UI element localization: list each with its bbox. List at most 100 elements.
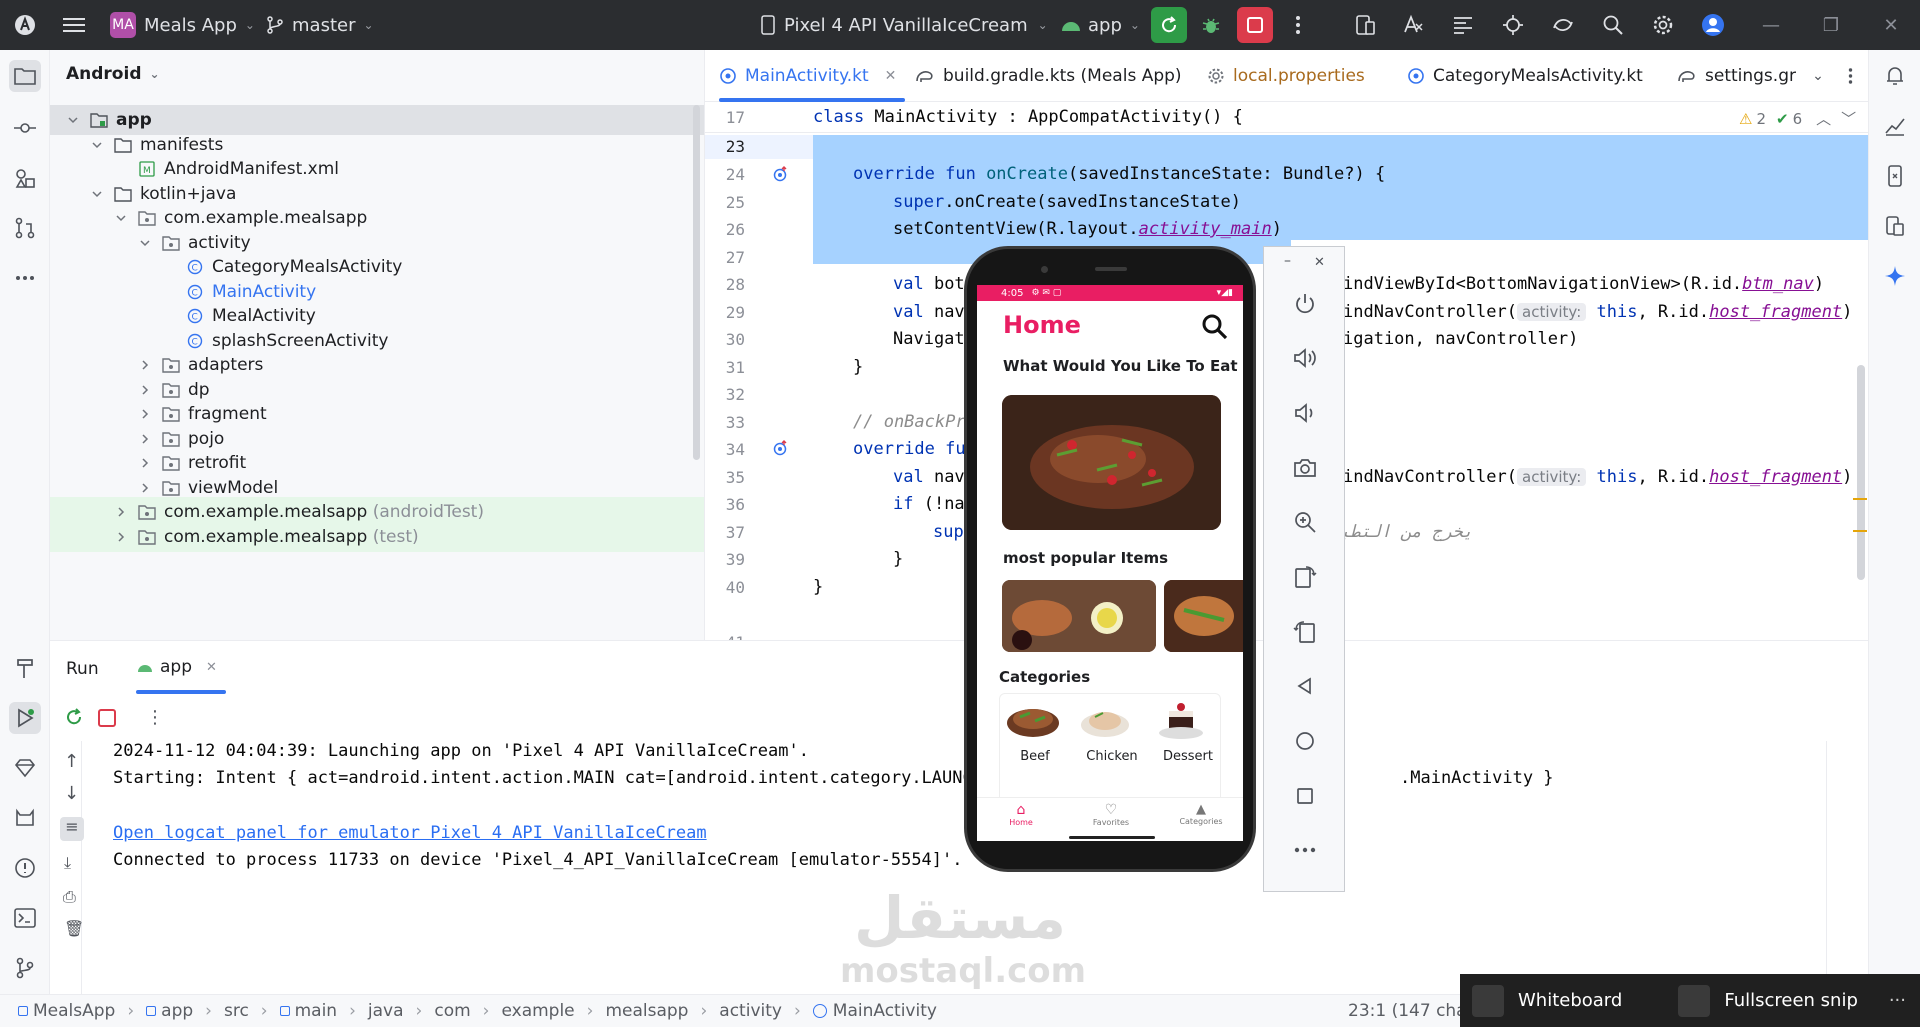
terminal-tool-button[interactable] (9, 902, 41, 934)
branch-selector[interactable]: master ⌄ (266, 0, 374, 50)
featured-meal-image[interactable] (1002, 395, 1221, 530)
extended-controls-button[interactable] (1286, 831, 1324, 869)
volume-down-button[interactable] (1286, 394, 1324, 432)
main-menu-icon[interactable] (60, 0, 88, 50)
debug-button[interactable] (1196, 0, 1226, 50)
stop-button[interactable] (1237, 7, 1273, 43)
breadcrumb-item[interactable]: MealsApp (18, 1001, 115, 1021)
warning-marker[interactable] (1853, 530, 1867, 532)
console-scrollbar[interactable] (1826, 741, 1827, 995)
app-quality-button[interactable] (1879, 110, 1911, 142)
chevron-down-icon[interactable] (138, 236, 152, 250)
minimize-button[interactable]: — (1756, 0, 1786, 50)
chevron-right-icon[interactable] (138, 456, 152, 470)
tree-scrollbar[interactable] (693, 105, 700, 460)
override-gutter-icon[interactable] (771, 439, 789, 457)
chevron-right-icon[interactable] (138, 358, 152, 372)
breadcrumb-item[interactable]: src (224, 1001, 249, 1021)
gesture-bar[interactable] (1069, 836, 1155, 839)
category-beef[interactable]: Beef (1005, 699, 1065, 764)
chevron-down-icon[interactable]: ﹀ (1841, 108, 1856, 129)
arrow-down-icon[interactable]: ↓ (64, 783, 79, 804)
chevron-up-icon[interactable]: ︿ (1816, 108, 1831, 129)
notifications-button[interactable] (1879, 60, 1911, 92)
rerun-button[interactable] (1151, 7, 1187, 43)
whiteboard-button[interactable]: Whiteboard (1472, 984, 1622, 1017)
running-devices-button[interactable] (1879, 210, 1911, 242)
tab-settings-gradle[interactable]: settings.gr (1677, 50, 1796, 102)
editor-scrollbar[interactable] (1857, 365, 1865, 580)
breadcrumb-item[interactable]: com (434, 1001, 470, 1021)
chevron-right-icon[interactable] (138, 481, 152, 495)
category-chicken[interactable]: Chicken (1077, 699, 1147, 764)
chevron-down-icon[interactable] (90, 187, 104, 201)
breadcrumb-item[interactable]: MainActivity (812, 1001, 937, 1021)
tab-close-icon[interactable]: ✕ (885, 68, 897, 84)
run-tool-button[interactable] (9, 702, 41, 734)
breadcrumb-item[interactable]: main (279, 1001, 337, 1021)
inspection-widget[interactable]: ⚠ 2 ✔ 6 ︿ ﹀ (1739, 108, 1856, 129)
gemini-assistant-button[interactable] (1879, 260, 1911, 292)
close-window-button[interactable]: ✕ (1876, 0, 1906, 50)
commit-tool-button[interactable] (9, 112, 41, 144)
device-screen[interactable]: 4:05 ⚙ ✉ ▢ ▾◢▮ Home What Would You Like … (977, 285, 1243, 841)
power-button[interactable] (1286, 285, 1324, 323)
project-selector[interactable]: MA Meals App ⌄ (110, 0, 255, 50)
chevron-right-icon[interactable] (138, 407, 152, 421)
fullscreen-snip-button[interactable]: Fullscreen snip (1678, 984, 1858, 1017)
screenshot-button[interactable] (1286, 449, 1324, 487)
breadcrumb-item[interactable]: activity (719, 1001, 782, 1021)
chevron-down-icon[interactable] (114, 211, 128, 225)
soft-wrap-icon[interactable]: ≡ (60, 817, 84, 841)
volume-up-button[interactable] (1286, 339, 1324, 377)
resource-manager-button[interactable] (9, 162, 41, 194)
tab-build-gradle[interactable]: build.gradle.kts (Meals App) (915, 50, 1182, 102)
back-button[interactable] (1286, 667, 1324, 705)
rerun-icon-button[interactable] (64, 707, 88, 731)
zoom-button[interactable] (1286, 503, 1324, 541)
device-selector[interactable]: Pixel 4 API VanillaIceCream ⌄ (760, 0, 1048, 50)
logcat-link[interactable]: Open logcat panel for emulator Pixel 4 A… (113, 823, 707, 843)
home-button[interactable] (1286, 722, 1324, 760)
more-actions-button[interactable] (1286, 0, 1310, 50)
nav-home[interactable]: ⌂ Home (991, 802, 1051, 827)
override-gutter-icon[interactable] (771, 165, 789, 183)
search-icon[interactable] (1201, 313, 1229, 341)
snip-more-button[interactable]: ··· (1889, 990, 1906, 1011)
search-button[interactable] (1598, 0, 1628, 50)
rotate-right-button[interactable] (1286, 613, 1324, 651)
translate-button[interactable] (1398, 0, 1428, 50)
arrow-up-icon[interactable]: ↑ (64, 751, 79, 772)
tab-category-meals[interactable]: CategoryMealsActivity.kt (1407, 50, 1643, 102)
chevron-down-icon[interactable] (66, 113, 80, 127)
logcat-tool-button[interactable] (9, 802, 41, 834)
rotate-left-button[interactable] (1286, 558, 1324, 596)
build-tool-button[interactable] (9, 652, 41, 684)
chevron-right-icon[interactable] (114, 530, 128, 544)
device-manager-button[interactable] (1350, 0, 1380, 50)
problems-tool-button[interactable] (9, 852, 41, 884)
category-dessert[interactable]: Dessert (1153, 699, 1223, 764)
chevron-down-icon[interactable] (90, 138, 104, 152)
account-button[interactable] (1698, 0, 1728, 50)
chevron-right-icon[interactable] (114, 505, 128, 519)
warning-marker[interactable] (1853, 498, 1867, 500)
emulator-close-button[interactable]: ✕ (1314, 255, 1325, 270)
run-tab-app[interactable]: app ✕ (136, 641, 217, 693)
tree-item[interactable]: com.example.mealsapp (test) (50, 521, 704, 552)
chevron-right-icon[interactable] (138, 432, 152, 446)
version-control-button[interactable] (9, 952, 41, 984)
stop-icon-button[interactable] (98, 709, 116, 727)
scroll-to-end-icon[interactable]: ⤓ (64, 853, 71, 873)
tab-list-button[interactable]: ⌄ (1805, 50, 1831, 102)
tab-local-properties[interactable]: local.properties (1207, 50, 1365, 102)
close-icon[interactable]: ✕ (206, 660, 217, 675)
pull-requests-button[interactable] (9, 212, 41, 244)
run-more-button[interactable]: ⋮ (146, 707, 164, 728)
breadcrumb-item[interactable]: java (368, 1001, 404, 1021)
project-view-selector[interactable]: Android ⌄ (66, 64, 160, 84)
app-inspection-button[interactable] (1498, 0, 1528, 50)
overview-button[interactable] (1286, 777, 1324, 815)
gemini-tool-button[interactable] (9, 752, 41, 784)
tab-mainactivity[interactable]: MainActivity.kt ✕ (719, 50, 896, 102)
